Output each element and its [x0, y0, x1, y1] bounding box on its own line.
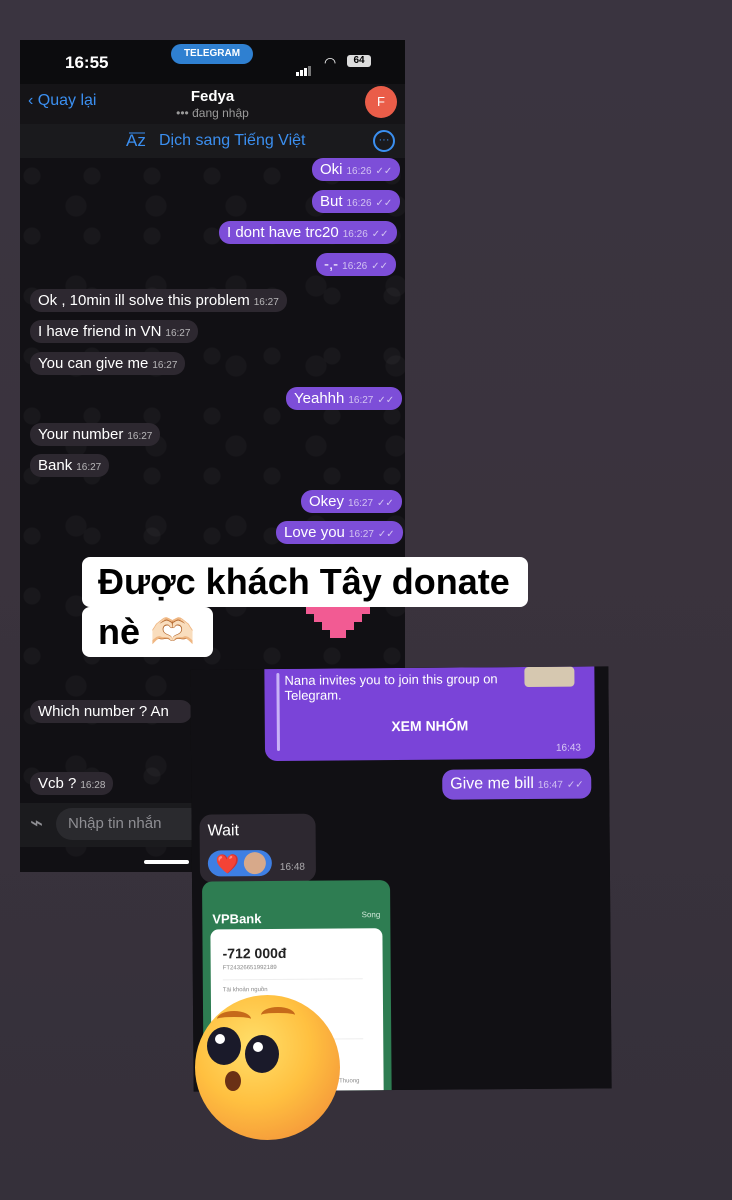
- read-check-icon: ✓✓: [377, 498, 394, 509]
- message-bubble[interactable]: Bank 16:27: [30, 454, 110, 477]
- receipt-ref: FT24326651992189: [222, 964, 277, 972]
- message-time: 16:26: [342, 229, 368, 240]
- message-text: You can give me: [38, 355, 149, 372]
- message-bubble[interactable]: Vcb ? 16:28: [30, 772, 114, 795]
- wifi-icon: ◠: [324, 54, 337, 70]
- signal-icon: [296, 58, 312, 76]
- message-text: -,-: [324, 256, 339, 273]
- message-bubble[interactable]: You can give me 16:27: [30, 352, 186, 375]
- message-bubble[interactable]: Which number ? An: [30, 700, 192, 723]
- message-bubble[interactable]: Yeahhh 16:27 ✓✓: [286, 387, 403, 410]
- caption-line-2: nè 🫶🏻: [82, 607, 213, 657]
- story-caption: Được khách Tây donate nè 🫶🏻: [82, 557, 528, 657]
- home-indicator: [144, 860, 189, 864]
- translate-icon: A͞z: [126, 131, 146, 150]
- caption-line-1: Được khách Tây donate: [82, 557, 528, 607]
- message-bubble[interactable]: Ok , 10min ill solve this problem 16:27: [30, 289, 287, 312]
- invite-thumbnail: [524, 666, 575, 688]
- group-invite-bubble[interactable]: Nana invites you to join this group on T…: [264, 666, 596, 762]
- message-text: But: [320, 193, 343, 210]
- message-bubble[interactable]: But 16:26 ✓✓: [312, 190, 401, 213]
- invite-accent-bar: [276, 672, 280, 751]
- heart-icon: ❤️: [215, 854, 240, 876]
- message-time: 16:27: [165, 328, 191, 339]
- message-text: Which number ? An: [38, 703, 169, 720]
- mouth: [225, 1071, 241, 1091]
- message-time: 16:26: [346, 166, 372, 177]
- message-text: Ok , 10min ill solve this problem: [38, 292, 250, 309]
- message-bubble[interactable]: I dont have trc20 16:26 ✓✓: [219, 221, 397, 244]
- status-bar: 16:55 TELEGRAM ◠ 64: [20, 40, 405, 84]
- message-time: 16:26: [342, 261, 368, 272]
- avatar: [243, 852, 266, 875]
- message-text: Yeahhh: [294, 390, 345, 407]
- right-brow: [261, 1007, 295, 1023]
- read-check-icon: ✓✓: [375, 166, 393, 177]
- message-bubble[interactable]: I have friend in VN 16:27: [30, 320, 199, 343]
- message-time: 16:27: [127, 431, 153, 442]
- message-text: Love you: [284, 524, 345, 541]
- message-text: Wait: [207, 822, 240, 840]
- message-text: I dont have trc20: [227, 224, 339, 241]
- chat-header: ‹ Quay lại Fedya ••• đang nhập F: [20, 84, 405, 124]
- receipt-label: Tài khoản nguồn: [222, 987, 268, 994]
- read-check-icon: ✓✓: [371, 229, 389, 240]
- left-eye: [207, 1027, 241, 1065]
- avatar[interactable]: F: [365, 86, 397, 118]
- surprised-face-emoji: [195, 995, 340, 1140]
- message-time: 16:27: [76, 462, 102, 473]
- left-brow: [217, 1011, 251, 1027]
- status-time: 16:55: [65, 53, 109, 72]
- message-bubble[interactable]: Oki 16:26 ✓✓: [312, 158, 401, 181]
- receipt-corner-text: Song: [361, 910, 381, 920]
- message-time: 16:27: [348, 529, 374, 540]
- battery-icon: 64: [347, 55, 371, 67]
- paperclip-icon[interactable]: ⌁: [30, 810, 43, 836]
- message-bubble[interactable]: Okey 16:27 ✓✓: [301, 490, 402, 513]
- message-bubble[interactable]: Your number 16:27: [30, 423, 161, 446]
- receipt-amount: -712 000đ: [222, 944, 287, 962]
- message-time: 16:27: [152, 360, 178, 371]
- read-check-icon: ✓✓: [377, 529, 395, 540]
- chat-title[interactable]: Fedya: [20, 88, 405, 105]
- message-time: 16:27: [253, 297, 279, 308]
- message-text: Vcb ?: [38, 775, 77, 792]
- telegram-pill[interactable]: TELEGRAM: [171, 44, 253, 64]
- message-bubble[interactable]: Love you 16:27 ✓✓: [276, 521, 403, 544]
- message-text: Oki: [320, 161, 343, 178]
- message-time: 16:28: [80, 780, 106, 791]
- view-group-button[interactable]: XEM NHÓM: [285, 717, 575, 735]
- translate-bar[interactable]: A͞z Dịch sang Tiếng Việt ···: [20, 124, 405, 158]
- translate-label: Dịch sang Tiếng Việt: [159, 132, 306, 149]
- message-text: I have friend in VN: [38, 323, 162, 340]
- vpbank-logo: VPBank: [212, 911, 262, 927]
- message-bubble[interactable]: Give me bill 16:47 ✓✓: [442, 768, 592, 800]
- read-check-icon: ✓✓: [566, 779, 584, 791]
- message-time: 16:47: [537, 779, 563, 791]
- invite-text: Nana invites you to join this group on T…: [284, 671, 498, 703]
- message-time: 16:27: [348, 498, 374, 509]
- ellipsis-icon[interactable]: ···: [373, 130, 395, 152]
- right-eye: [245, 1035, 279, 1073]
- message-text: Bank: [38, 457, 73, 474]
- divider: [222, 978, 363, 981]
- message-time: 16:26: [346, 198, 372, 209]
- message-time: 16:43: [555, 742, 582, 754]
- read-check-icon: ✓✓: [371, 261, 388, 272]
- message-bubble[interactable]: Wait ❤️ 16:48: [199, 813, 317, 883]
- read-check-icon: ✓✓: [375, 198, 393, 209]
- message-time: 16:48: [279, 861, 305, 873]
- read-check-icon: ✓✓: [377, 395, 395, 406]
- message-text: Your number: [38, 426, 124, 443]
- message-bubble[interactable]: -,- 16:26 ✓✓: [316, 253, 396, 276]
- message-text: Give me bill: [450, 774, 534, 793]
- reaction-chip[interactable]: ❤️: [207, 850, 272, 877]
- message-time: 16:27: [348, 395, 374, 406]
- typing-status: ••• đang nhập: [176, 106, 249, 120]
- message-text: Okey: [309, 493, 345, 510]
